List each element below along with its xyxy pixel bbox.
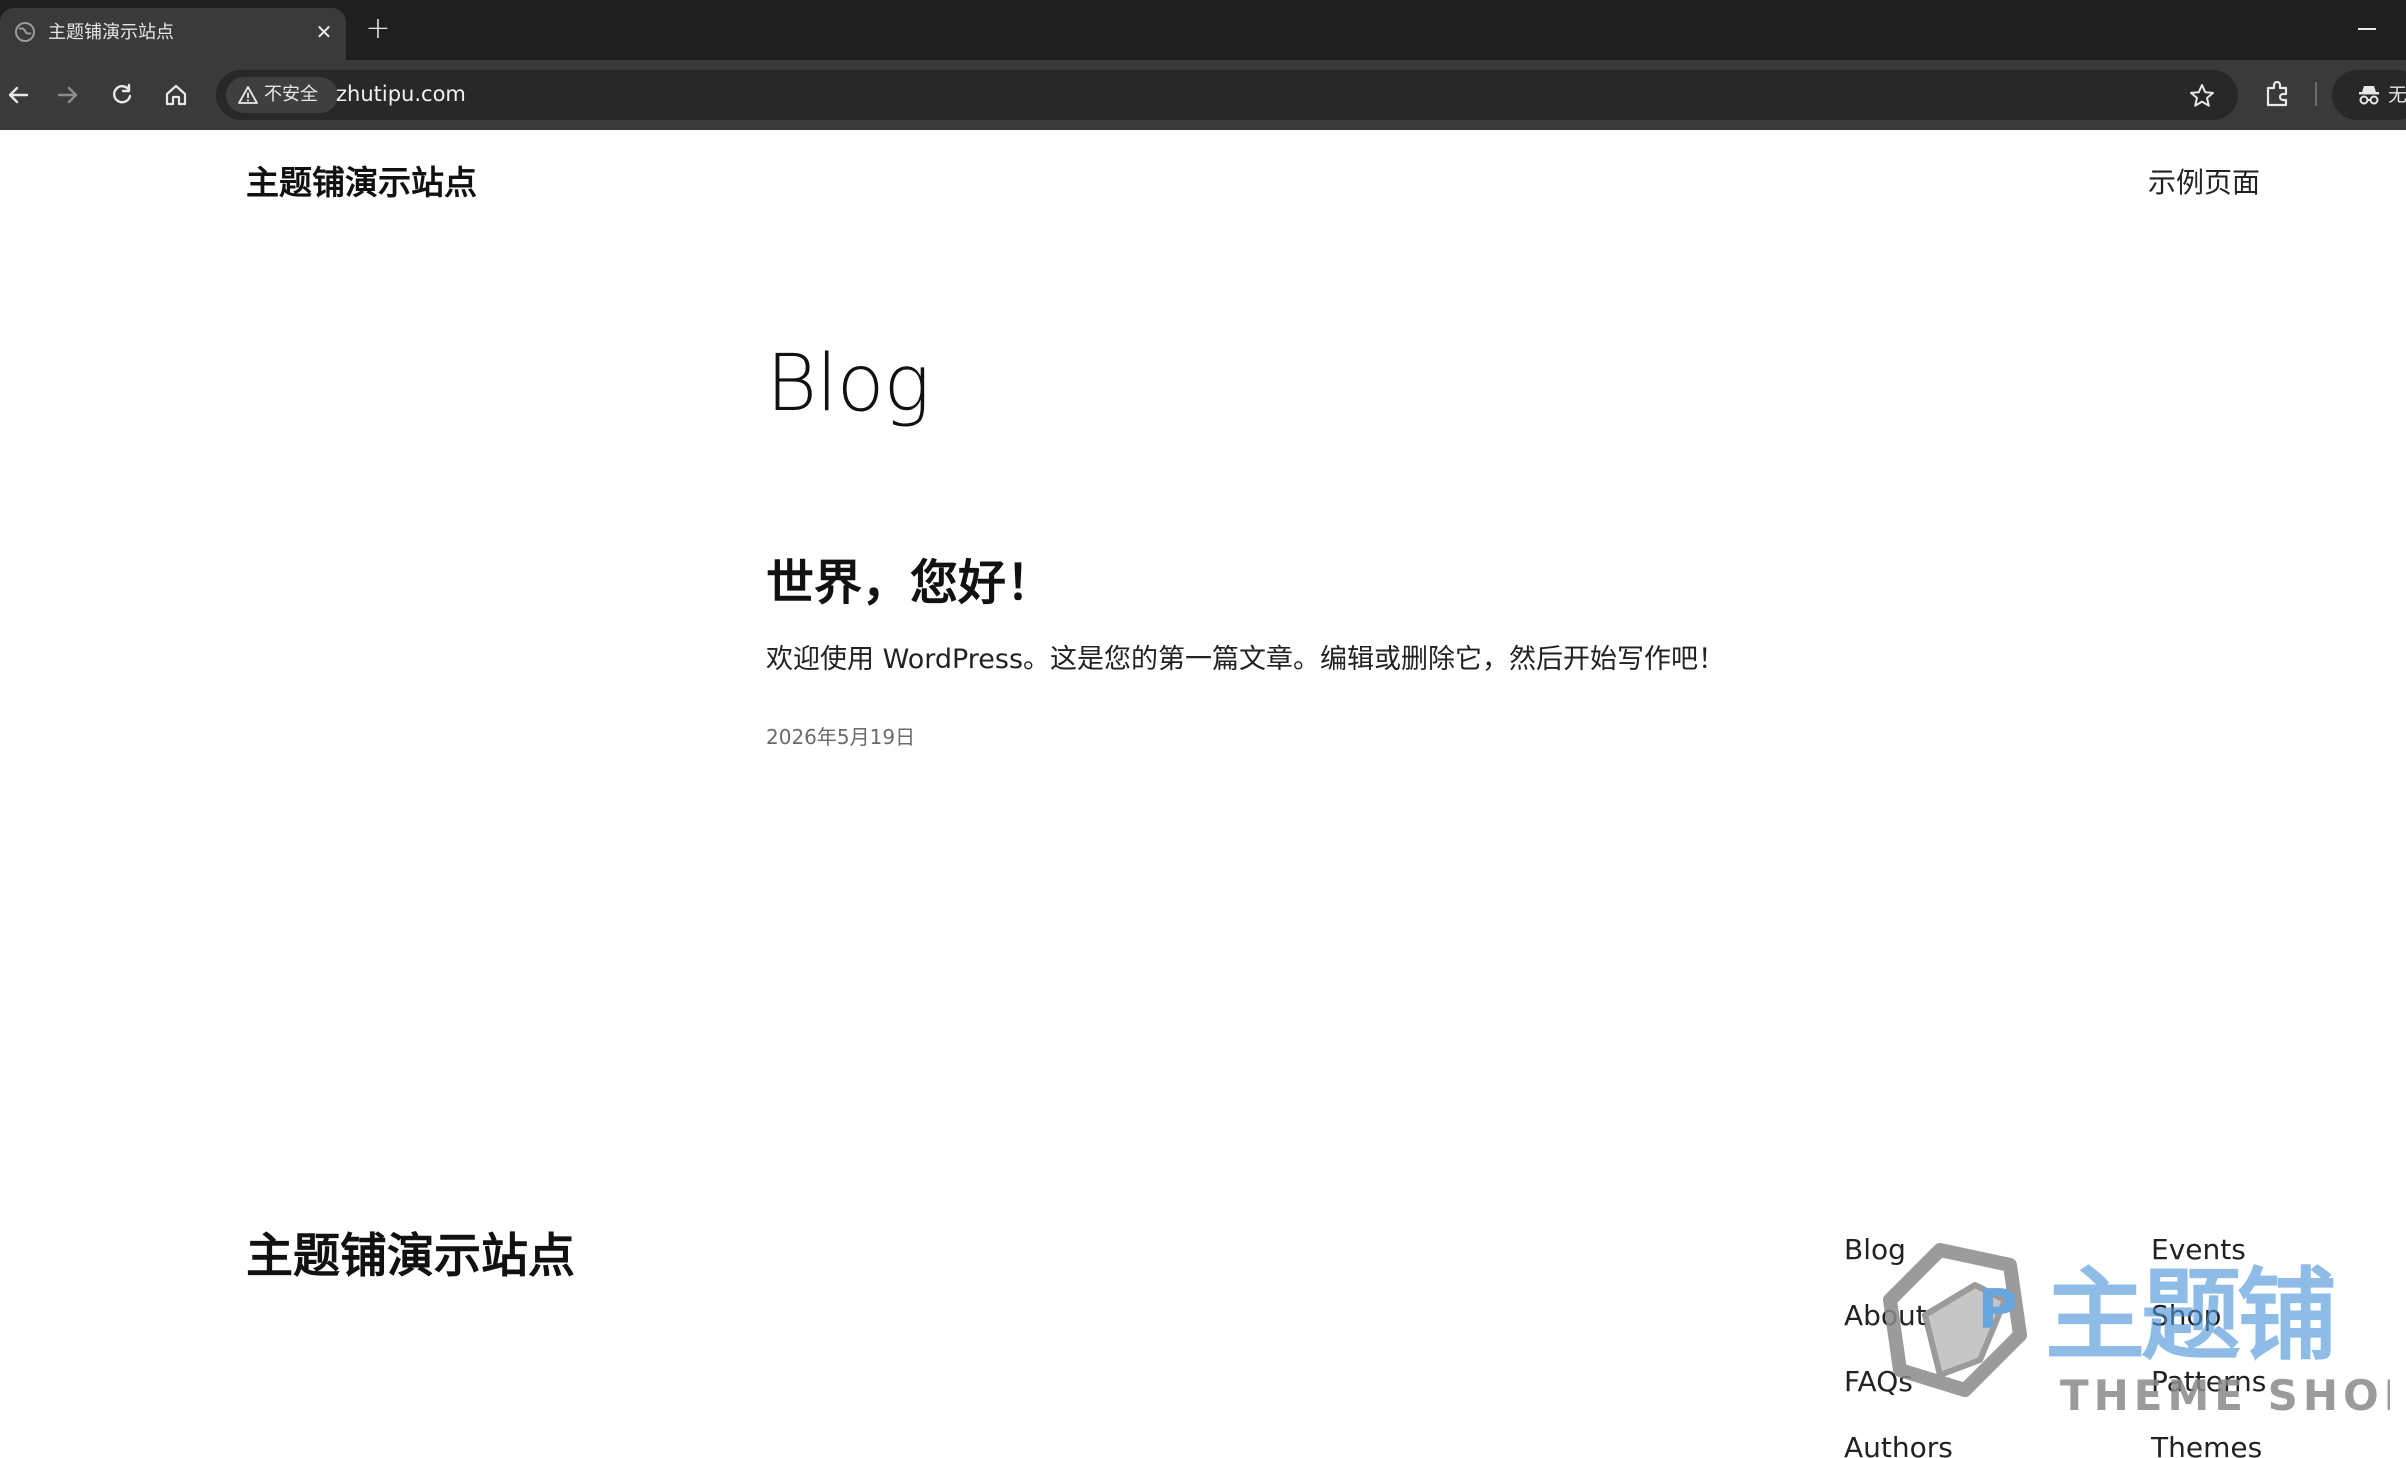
footer-site-title[interactable]: 主题铺演示站点 [246, 1226, 575, 1288]
profile-button[interactable]: 无 [2332, 70, 2406, 120]
back-button[interactable] [0, 77, 36, 113]
address-bar[interactable]: 不安全 zhutipu.com [216, 70, 2238, 120]
url-text[interactable]: zhutipu.com [336, 79, 466, 109]
forward-button[interactable] [50, 77, 86, 113]
incognito-icon [2359, 86, 2379, 105]
tab-close-icon[interactable]: ✕ [312, 20, 336, 44]
footer-link-themes[interactable]: Themes [2151, 1428, 2262, 1458]
security-label: 不安全 [264, 84, 318, 105]
browser-toolbar: 不安全 zhutipu.com 无 [0, 60, 2406, 130]
minimize-icon[interactable] [2358, 28, 2376, 30]
home-icon [165, 84, 187, 106]
post-date[interactable]: 2026年5月19日 [766, 722, 915, 752]
theme-shop-watermark-logo: P 主题铺 THEME SHOP [1883, 1243, 2390, 1418]
nav-link-sample-page[interactable]: 示例页面 [2148, 163, 2260, 203]
back-arrow-icon [8, 86, 29, 104]
security-chip[interactable]: 不安全 [226, 77, 338, 113]
tab-title: 主题铺演示站点 [48, 22, 174, 43]
bookmark-star-icon[interactable] [2188, 82, 2216, 110]
profile-label: 无 [2388, 84, 2406, 106]
watermark-logo-letter: P [1978, 1278, 2018, 1341]
browser-tab-strip: 主题铺演示站点 ✕ + [0, 0, 2406, 60]
globe-icon [15, 22, 35, 42]
page-title: Blog [766, 339, 930, 429]
browser-tab[interactable]: 主题铺演示站点 ✕ [0, 8, 346, 60]
toolbar-divider [2315, 82, 2317, 106]
post-title-link[interactable]: 世界，您好！ [766, 550, 1054, 616]
post-excerpt: 欢迎使用 WordPress。这是您的第一篇文章。编辑或删除它，然后开始写作吧！ [766, 644, 1726, 675]
new-tab-button[interactable]: + [364, 14, 392, 44]
extensions-icon[interactable] [2262, 78, 2294, 110]
watermark-brand-en: THEME SHOP [2060, 1371, 2390, 1418]
forward-arrow-icon [57, 86, 78, 104]
site-title[interactable]: 主题铺演示站点 [246, 160, 477, 206]
reload-button[interactable] [104, 77, 140, 113]
watermark-brand-cn: 主题铺 [2045, 1257, 2334, 1374]
warning-icon [238, 86, 258, 104]
home-button[interactable] [158, 77, 194, 113]
footer-link-authors[interactable]: Authors [1844, 1428, 1953, 1458]
reload-icon [113, 83, 132, 104]
